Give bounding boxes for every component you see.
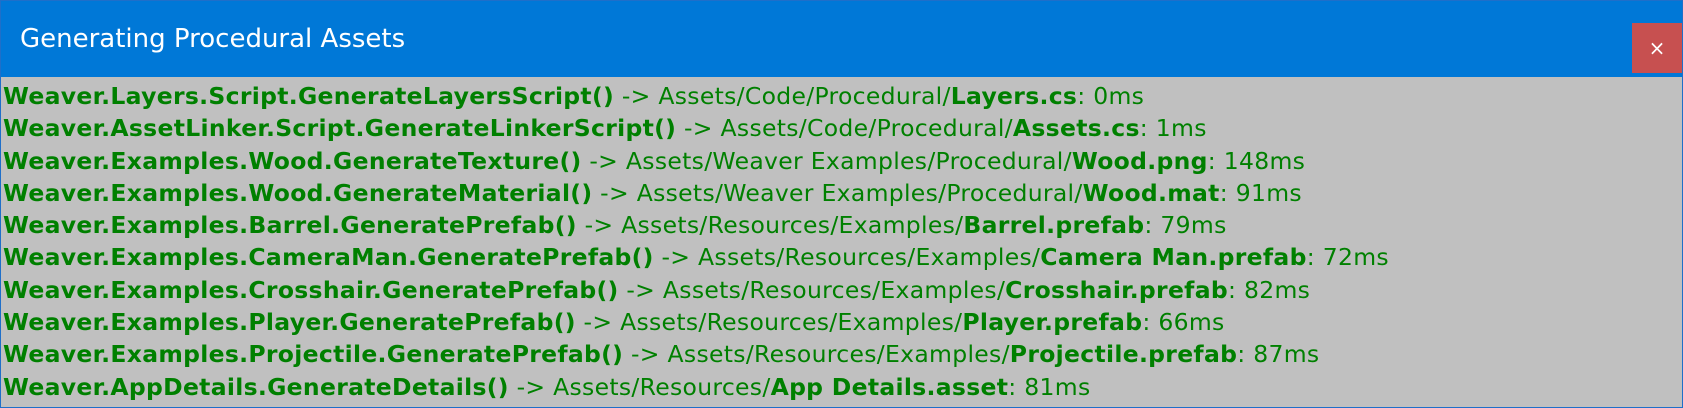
log-asset-path: Assets/Code/Procedural/ [720,114,1013,143]
log-asset-path: Assets/Resources/Examples/ [621,211,964,240]
log-asset-path: Assets/Resources/Examples/ [662,275,1006,304]
log-asset-file: App Details.asset [770,372,1009,401]
title-bar[interactable]: Generating Procedural Assets × [1,1,1682,77]
close-button[interactable]: × [1632,23,1682,73]
log-asset-file: Barrel.prefab [963,211,1145,240]
log-arrow: -> [676,114,721,143]
log-line: Weaver.Layers.Script.GenerateLayersScrip… [3,80,1682,112]
log-asset-path: Assets/Weaver Examples/Procedural/ [625,146,1072,175]
log-line: Weaver.AssetLinker.Script.GenerateLinker… [3,112,1682,144]
log-method-name: Weaver.AppDetails.GenerateDetails() [3,372,509,401]
log-elapsed-time: : 0ms [1077,82,1145,110]
log-arrow: -> [576,211,622,240]
log-method-name: Weaver.Examples.Barrel.GeneratePrefab() [3,211,577,240]
log-elapsed-time: : 1ms [1139,114,1207,143]
log-line: Weaver.Examples.Crosshair.GeneratePrefab… [3,274,1682,306]
log-arrow: -> [592,178,637,207]
log-asset-file: Player.prefab [962,308,1143,337]
log-arrow: -> [508,372,554,401]
log-asset-file: Layers.cs [950,82,1078,110]
log-asset-file: Wood.mat [1082,178,1220,207]
log-elapsed-time: : 148ms [1207,146,1306,175]
log-arrow: -> [653,243,699,272]
log-line: Weaver.Examples.Barrel.GeneratePrefab() … [3,209,1682,241]
log-arrow: -> [623,340,668,369]
log-method-name: Weaver.AssetLinker.Script.GenerateLinker… [3,114,677,143]
log-elapsed-time: : 72ms [1306,243,1389,272]
log-method-name: Weaver.Layers.Script.GenerateLayersScrip… [3,82,615,110]
log-method-name: Weaver.Examples.Projectile.GeneratePrefa… [3,340,624,369]
log-line: Weaver.Examples.CameraMan.GeneratePrefab… [3,241,1682,273]
log-method-name: Weaver.Examples.Wood.GenerateTexture() [3,146,582,175]
log-asset-path: Assets/Resources/Examples/ [698,243,1041,272]
log-method-name: Weaver.Examples.Wood.GenerateMaterial() [3,178,593,207]
log-asset-path: Assets/Resources/ [553,372,771,401]
log-elapsed-time: : 66ms [1142,308,1225,337]
log-asset-file: Wood.png [1071,146,1208,175]
progress-window: Generating Procedural Assets × Weaver.La… [0,0,1683,408]
log-line: Weaver.Examples.Wood.GenerateMaterial() … [3,177,1682,209]
log-arrow: -> [614,82,659,110]
log-elapsed-time: : 79ms [1144,211,1227,240]
log-asset-file: Crosshair.prefab [1005,275,1228,304]
log-arrow: -> [575,308,621,337]
log-asset-file: Camera Man.prefab [1040,243,1307,272]
log-asset-file: Projectile.prefab [1009,340,1238,369]
log-elapsed-time: : 81ms [1008,372,1091,401]
log-method-name: Weaver.Examples.CameraMan.GeneratePrefab… [3,243,654,272]
window-title: Generating Procedural Assets [20,24,406,54]
log-line: Weaver.Examples.Wood.GenerateTexture() -… [3,145,1682,177]
log-elapsed-time: : 82ms [1228,275,1311,304]
log-asset-path: Assets/Resources/Examples/ [667,340,1010,369]
log-output: Weaver.Layers.Script.GenerateLayersScrip… [3,80,1682,406]
log-method-name: Weaver.Examples.Crosshair.GeneratePrefab… [3,275,619,304]
log-elapsed-time: : 87ms [1237,340,1320,369]
log-arrow: -> [581,146,626,175]
log-asset-path: Assets/Resources/Examples/ [620,308,963,337]
log-method-name: Weaver.Examples.Player.GeneratePrefab() [3,308,576,337]
log-asset-path: Assets/Code/Procedural/ [658,82,951,110]
log-line: Weaver.AppDetails.GenerateDetails() -> A… [3,371,1682,403]
log-asset-file: Assets.cs [1012,114,1140,143]
log-arrow: -> [618,275,663,304]
log-line: Weaver.Examples.Projectile.GeneratePrefa… [3,338,1682,370]
log-asset-path: Assets/Weaver Examples/Procedural/ [636,178,1083,207]
log-elapsed-time: : 91ms [1219,178,1302,207]
log-line: Weaver.Examples.Player.GeneratePrefab() … [3,306,1682,338]
